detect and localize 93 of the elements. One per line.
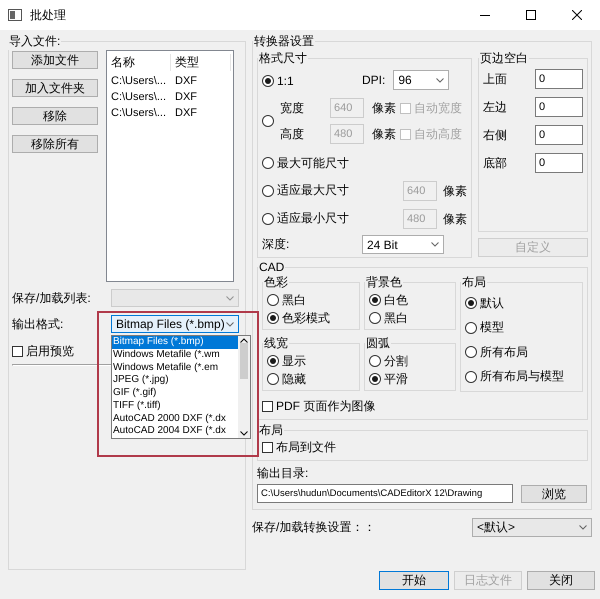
margin-label: 上面 (483, 70, 507, 88)
radio-button[interactable] (262, 115, 274, 127)
radio-option[interactable]: 默认 (465, 294, 578, 312)
group-title: 线宽 (263, 335, 289, 352)
radio-option[interactable]: 适应最大尺寸 (262, 182, 349, 200)
maximize-icon (526, 10, 536, 20)
dropdown-option[interactable]: AutoCAD 2004 DXF (*.dx (112, 425, 238, 438)
radio-option[interactable]: 黑白 (267, 292, 355, 308)
file-cell-text: DXF (174, 75, 198, 87)
group-title: 布局 (461, 274, 487, 291)
column-header[interactable]: 类型 (171, 54, 231, 70)
caret-icon (240, 431, 248, 436)
dpi-dropdown[interactable]: 96 (393, 70, 450, 90)
caret-icon (431, 242, 439, 247)
dropdown-option[interactable]: TIFF (*.tiff) (112, 400, 238, 412)
margin-field[interactable]: 0 (535, 153, 583, 173)
file-action-button[interactable]: 加入文件夹 (12, 79, 98, 97)
radio-option[interactable]: 所有布局 (465, 344, 578, 361)
radio-option[interactable]: 分割 (369, 352, 451, 370)
file-cell-text: C:\Users\... (110, 107, 168, 119)
file-cell-text: C:\Users\... (110, 75, 168, 87)
radio-option[interactable]: 1:1 (262, 74, 294, 88)
group-title: 圆弧 (365, 335, 391, 352)
depth-label: 深度: (262, 236, 290, 253)
group-title: 色彩 (263, 274, 289, 291)
radio-option[interactable]: 黑白 (369, 310, 451, 326)
margin-label: 右侧 (483, 126, 507, 144)
scrollbar[interactable] (238, 336, 250, 438)
caret-icon (579, 525, 587, 530)
dropdown-option[interactable]: JPEG (*.jpg) (112, 374, 238, 387)
radio-option[interactable]: 白色 (369, 292, 451, 308)
margin-label: 左边 (483, 98, 507, 116)
caret-icon (226, 322, 234, 326)
close-icon (572, 10, 582, 20)
margin-field[interactable]: 0 (535, 69, 583, 89)
dropdown-option[interactable]: Windows Metafile (*.wm (112, 348, 238, 362)
depth-dropdown[interactable]: 24 Bit (362, 235, 444, 254)
dpi-label: DPI: (362, 73, 386, 87)
file-action-button[interactable]: 移除所有 (12, 135, 98, 153)
dropdown-option[interactable]: GIF (*.gif) (112, 387, 238, 400)
output-format-dropdown[interactable]: Bitmap Files (*.bmp) (111, 315, 239, 333)
margin-label: 底部 (483, 154, 507, 172)
dialog-button[interactable]: 关闭 (527, 571, 595, 590)
caret-icon (226, 296, 234, 300)
file-cell-text: DXF (174, 91, 198, 103)
checkbox[interactable]: PDF 页面作为图像 (262, 398, 376, 415)
dropdown-option[interactable]: AutoCAD 2000 DXF (*.dx (112, 412, 238, 426)
checkbox[interactable]: 启用预览 (12, 343, 74, 360)
output-dir-label: 输出目录: (257, 465, 310, 482)
checkbox[interactable]: 布局到文件 (262, 439, 583, 456)
dimension-label: 高度 (280, 126, 305, 142)
dialog-button[interactable]: 开始 (379, 571, 449, 590)
browse-button[interactable]: 浏览 (521, 484, 587, 502)
file-cell-text: C:\Users\... (110, 91, 168, 103)
margin-field[interactable]: 0 (535, 125, 583, 145)
unit-label: 像素 (372, 126, 396, 142)
output-format-label: 输出格式: (12, 316, 64, 332)
minimize-icon (480, 14, 490, 16)
dimension-label: 宽度 (280, 100, 305, 116)
file-action-button[interactable]: 添加文件 (12, 51, 98, 69)
column-header[interactable]: 名称 (107, 54, 171, 70)
radio-option[interactable]: 所有布局与模型 (465, 368, 578, 386)
scroll-thumb[interactable] (240, 343, 248, 379)
unit-label: 像素 (443, 210, 467, 228)
group-title: 背景色 (365, 274, 403, 291)
file-action-button[interactable]: 移除 (12, 107, 98, 125)
output-dir-field[interactable]: C:\Users\hudun\Documents\CADEditorX 12\Drawing (257, 484, 513, 503)
unit-label: 像素 (443, 182, 467, 200)
radio-option[interactable]: 平滑 (369, 370, 451, 388)
margin-field[interactable]: 0 (535, 97, 583, 117)
dropdown-option[interactable]: Bitmap Files (*.bmp) (112, 336, 238, 349)
group-title: 格式尺寸 (258, 50, 308, 67)
radio-option[interactable]: 显示 (267, 352, 355, 370)
unit-label: 像素 (372, 100, 396, 116)
app-icon (8, 9, 22, 21)
group-title: 导入文件: (8, 33, 62, 50)
group-title: CAD (258, 260, 286, 274)
radio-option[interactable]: 色彩模式 (267, 310, 355, 326)
group-title: 布局 (258, 422, 284, 439)
file-cell-text: DXF (174, 107, 198, 119)
save-load-list-label: 保存/加载列表: (12, 290, 91, 306)
window-title: 批处理 (30, 6, 67, 24)
radio-option[interactable]: 适应最小尺寸 (262, 210, 349, 228)
save-load-settings-label: 保存/加载转换设置：： (252, 519, 376, 536)
dropdown-option[interactable]: Windows Metafile (*.em (112, 362, 238, 374)
radio-option[interactable]: 最大可能尺寸 (262, 154, 349, 172)
group-title: 页边空白 (479, 50, 529, 67)
caret-up-icon (240, 338, 248, 343)
caret-icon (436, 78, 444, 82)
radio-option[interactable]: 模型 (465, 319, 578, 336)
radio-option[interactable]: 隐藏 (267, 370, 355, 388)
group-title: 转换器设置 (253, 33, 315, 50)
save-load-settings-dropdown[interactable]: <默认> (472, 518, 592, 537)
